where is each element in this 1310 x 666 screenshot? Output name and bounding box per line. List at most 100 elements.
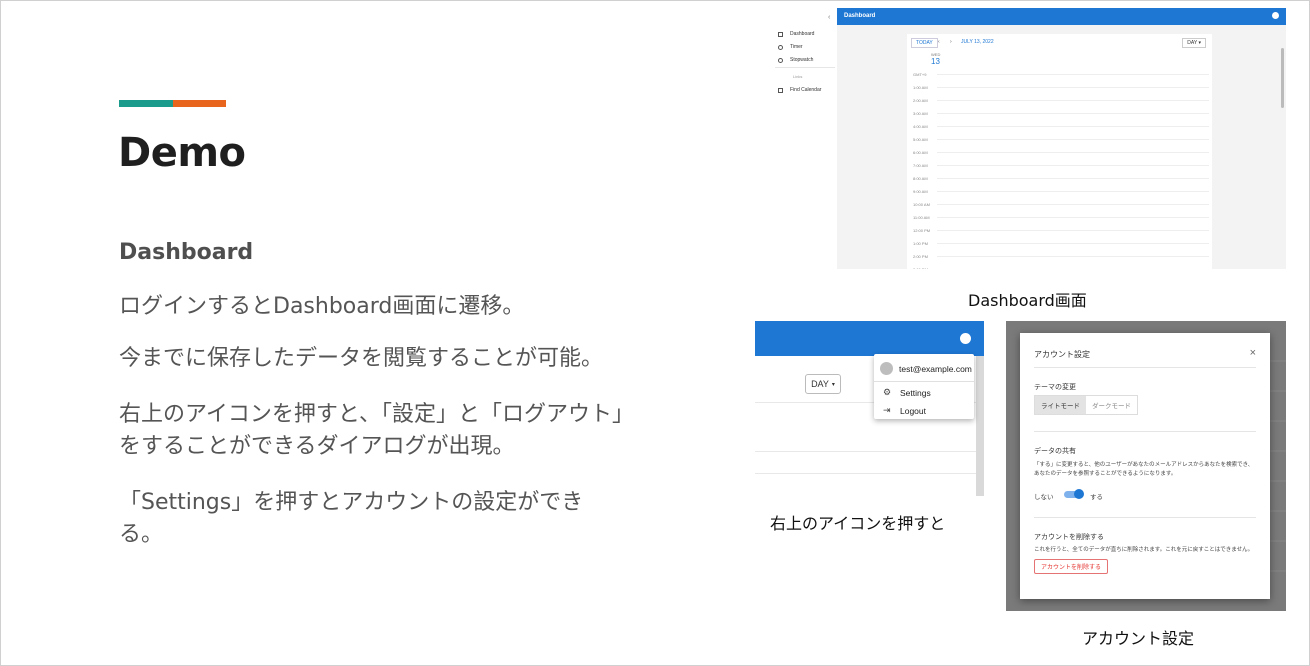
accent-orange <box>173 100 226 107</box>
dashboard-screenshot: ‹ Dashboard Timer Stopwatch Links Find C… <box>755 8 1286 269</box>
sidebar-item-timer[interactable]: Timer <box>778 44 803 50</box>
app-bar-title: Dashboard <box>844 13 876 19</box>
time-slot-row[interactable] <box>937 74 1209 75</box>
time-slot-row[interactable] <box>937 230 1209 231</box>
account-settings-dialog: アカウント設定 × テーマの変更 ライトモード ダークモード データの共有 「す… <box>1020 333 1270 599</box>
avatar <box>880 362 893 375</box>
view-select-value: DAY <box>811 379 829 389</box>
calendar-icon <box>778 87 783 93</box>
paragraph-login: ログインするとDashboard画面に遷移。 <box>119 294 525 319</box>
time-slot-row[interactable] <box>937 113 1209 114</box>
background-grid-lines <box>1270 360 1286 572</box>
sidebar-item-label: Find Calendar <box>790 87 822 93</box>
time-label: 7:00 AM <box>913 163 928 168</box>
time-slot-row[interactable] <box>937 204 1209 205</box>
time-label: 2:00 AM <box>913 98 928 103</box>
accent-teal <box>119 100 173 107</box>
divider <box>1034 431 1256 432</box>
time-slot-row[interactable] <box>937 191 1209 192</box>
view-select[interactable]: DAY ▾ <box>805 374 841 394</box>
delete-account-button[interactable]: アカウントを削除する <box>1034 559 1109 574</box>
time-label: 6:00 AM <box>913 150 928 155</box>
share-heading: データの共有 <box>1034 448 1076 455</box>
divider <box>1034 367 1256 368</box>
grid-icon <box>778 31 783 37</box>
time-label: 5:00 AM <box>913 137 928 142</box>
time-slot-row[interactable] <box>937 256 1209 257</box>
delete-heading: アカウントを削除する <box>1034 534 1104 541</box>
menu-item-label: Logout <box>900 405 926 416</box>
slide-title: Demo <box>118 130 246 176</box>
sidebar-section-label: Links <box>793 74 803 79</box>
account-email: test@example.com <box>899 364 972 374</box>
time-slot-row[interactable] <box>937 217 1209 218</box>
time-label: 3:00 PM <box>913 267 928 269</box>
paragraph-view-data: 今までに保存したデータを閲覧することが可能。 <box>119 346 604 371</box>
time-slot-row[interactable] <box>937 243 1209 244</box>
stopwatch-icon <box>778 57 783 63</box>
time-slot-row[interactable] <box>937 100 1209 101</box>
chevron-right-icon[interactable]: › <box>950 39 952 45</box>
time-slot-row[interactable] <box>937 165 1209 166</box>
account-icon[interactable] <box>960 333 971 344</box>
day-number: 13 <box>931 57 940 66</box>
app-bar <box>755 321 984 356</box>
time-label: 3:00 AM <box>913 111 928 116</box>
account-settings-screenshot: アカウント設定 × テーマの変更 ライトモード ダークモード データの共有 「す… <box>1006 321 1286 611</box>
theme-toggle: ライトモード ダークモード <box>1034 395 1138 415</box>
menu-item-logout[interactable]: ⇥ Logout <box>883 405 926 416</box>
time-slot-row[interactable] <box>937 139 1209 140</box>
chevron-down-icon: ▾ <box>831 381 835 388</box>
theme-heading: テーマの変更 <box>1034 384 1076 391</box>
time-label: GMT+9 <box>913 72 927 77</box>
sidebar-item-stopwatch[interactable]: Stopwatch <box>778 57 813 63</box>
time-label: 9:00 AM <box>913 189 928 194</box>
calendar-panel: TODAY ‹ › JULY 13, 2022 DAY ▾ WED 13 GMT… <box>907 34 1212 269</box>
chevron-left-icon[interactable]: ‹ <box>938 39 940 45</box>
clock-icon <box>778 44 783 50</box>
scrollbar[interactable] <box>1281 48 1284 108</box>
time-label: 1:00 AM <box>913 85 928 90</box>
divider <box>1034 517 1256 518</box>
sidebar-item-label: Timer <box>790 44 803 50</box>
today-button[interactable]: TODAY <box>911 38 938 48</box>
current-date: JULY 13, 2022 <box>961 39 994 45</box>
account-icon[interactable] <box>1272 12 1279 19</box>
view-select[interactable]: DAY ▾ <box>1182 38 1206 48</box>
light-mode-button[interactable]: ライトモード <box>1035 396 1086 414</box>
share-off-label: しない <box>1034 494 1054 501</box>
time-slot-row[interactable] <box>937 152 1209 153</box>
sidebar-item-dashboard[interactable]: Dashboard <box>778 31 814 37</box>
dialog-title: アカウント設定 <box>1034 350 1090 359</box>
logout-icon: ⇥ <box>883 405 891 415</box>
menu-item-label: Settings <box>900 387 931 398</box>
account-menu-screenshot: DAY ▾ test@example.com ⚙ Settings ⇥ Logo… <box>755 321 984 496</box>
time-label: 12:00 PM <box>913 228 931 233</box>
caption-menu: 右上のアイコンを押すと <box>770 514 946 533</box>
caption-dashboard: Dashboard画面 <box>968 291 1087 310</box>
share-switch-knob[interactable] <box>1074 489 1084 499</box>
close-icon[interactable]: × <box>1250 347 1256 359</box>
share-description: 「する」に変更すると、他のユーザーがあなたのメールアドレスからあなたを検索でき、… <box>1034 462 1254 477</box>
time-label: 10:00 AM <box>913 202 930 207</box>
section-subtitle: Dashboard <box>119 240 254 265</box>
divider <box>755 473 976 474</box>
delete-description: これを行うと、全てのデータが直ちに削除されます。これを元に戻すことはできません。 <box>1034 547 1254 553</box>
gear-icon: ⚙ <box>883 387 892 397</box>
time-slot-row[interactable] <box>937 126 1209 127</box>
title-accent-bar <box>119 100 226 107</box>
chevron-left-icon[interactable]: ‹ <box>828 14 830 21</box>
time-slot-row[interactable] <box>937 87 1209 88</box>
scrollbar[interactable] <box>976 356 984 496</box>
sidebar-divider <box>775 67 835 68</box>
time-slot-row[interactable] <box>937 178 1209 179</box>
time-label: 4:00 AM <box>913 124 928 129</box>
time-label: 2:00 PM <box>913 254 928 259</box>
sidebar-item-find-calendar[interactable]: Find Calendar <box>778 87 821 93</box>
menu-item-settings[interactable]: ⚙ Settings <box>883 387 931 398</box>
dark-mode-button[interactable]: ダークモード <box>1086 396 1137 414</box>
time-label: 1:00 PM <box>913 241 928 246</box>
divider <box>755 451 976 452</box>
sidebar: ‹ Dashboard Timer Stopwatch Links Find C… <box>755 8 837 269</box>
time-label: 8:00 AM <box>913 176 928 181</box>
